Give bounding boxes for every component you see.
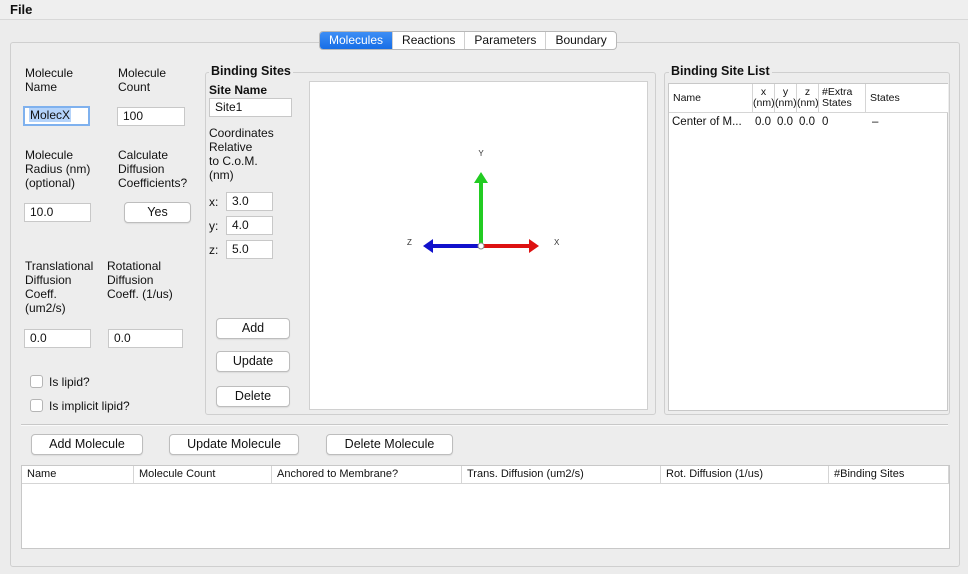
x-axis-label: X	[554, 238, 560, 247]
rotational-diffusion-input[interactable]: 0.0	[108, 329, 183, 348]
molecule-count-label: Molecule Count	[118, 66, 167, 94]
z-axis-label: Z	[407, 238, 412, 247]
molecule-radius-label: Molecule Radius (nm) (optional)	[25, 148, 91, 190]
translational-diffusion-label: Translational Diffusion Coeff. (um2/s)	[25, 259, 94, 315]
row-x: 0.0	[755, 116, 771, 128]
molecule-table: Name Molecule Count Anchored to Membrane…	[21, 465, 950, 549]
update-molecule-button[interactable]: Update Molecule	[169, 434, 299, 455]
translational-diffusion-input[interactable]: 0.0	[24, 329, 91, 348]
add-molecule-button[interactable]: Add Molecule	[31, 434, 143, 455]
row-name: Center of M...	[672, 116, 742, 128]
coordinates-label: Coordinates Relative to C.o.M. (nm)	[209, 126, 274, 182]
add-site-button[interactable]: Add	[216, 318, 290, 339]
y-coord-label: y:	[209, 219, 219, 233]
col-name[interactable]: Name	[669, 84, 753, 113]
calculate-diffusion-label: Calculate Diffusion Coefficients?	[118, 148, 188, 190]
z-axis-arrow	[423, 239, 433, 253]
binding-sites-title: Binding Sites	[209, 64, 293, 78]
row-states: –	[872, 116, 879, 128]
col-y[interactable]: y (nm)	[775, 84, 797, 113]
divider	[21, 424, 948, 426]
col-x[interactable]: x (nm)	[753, 84, 775, 113]
col-anchored[interactable]: Anchored to Membrane?	[272, 466, 462, 484]
z-coord-input[interactable]: 5.0	[226, 240, 273, 259]
molecule-count-input[interactable]: 100	[117, 107, 185, 126]
col-trans-diffusion[interactable]: Trans. Diffusion (um2/s)	[462, 466, 661, 484]
origin-point	[477, 242, 485, 250]
row-z: 0.0	[799, 116, 815, 128]
tab-boundary[interactable]: Boundary	[546, 32, 615, 49]
update-site-button[interactable]: Update	[216, 351, 290, 372]
y-coord-input[interactable]: 4.0	[226, 216, 273, 235]
y-axis-label: Y	[478, 149, 484, 158]
delete-molecule-button[interactable]: Delete Molecule	[326, 434, 453, 455]
x-coord-input[interactable]: 3.0	[226, 192, 273, 211]
x-coord-label: x:	[209, 195, 219, 209]
menu-file[interactable]: File	[10, 2, 32, 17]
tab-molecules[interactable]: Molecules	[320, 32, 394, 49]
col-binding-sites[interactable]: #Binding Sites	[829, 466, 949, 484]
col-rot-diffusion[interactable]: Rot. Diffusion (1/us)	[661, 466, 829, 484]
row-y: 0.0	[777, 116, 793, 128]
is-lipid-label: Is lipid?	[49, 375, 90, 389]
z-coord-label: z:	[209, 243, 219, 257]
molecule-3d-viewport[interactable]: Y X Z	[309, 81, 648, 410]
rotational-diffusion-label: Rotational Diffusion Coeff. (1/us)	[107, 259, 173, 301]
molecule-radius-input[interactable]: 10.0	[24, 203, 91, 222]
col-extra-states[interactable]: #Extra States	[819, 84, 866, 113]
is-lipid-checkbox[interactable]	[30, 375, 43, 388]
binding-site-table: Name x (nm) y (nm) z (nm) #Extra States …	[668, 83, 948, 411]
table-row[interactable]: Center of M... 0.0 0.0 0.0 0 –	[669, 114, 948, 130]
col-z[interactable]: z (nm)	[797, 84, 819, 113]
site-name-input[interactable]: Site1	[209, 98, 292, 117]
menu-bar: File	[0, 0, 968, 20]
site-name-label: Site Name	[209, 83, 268, 97]
col-molecule-count[interactable]: Molecule Count	[134, 466, 272, 484]
calculate-diffusion-button[interactable]: Yes	[124, 202, 191, 223]
molecule-name-label: Molecule Name	[25, 66, 74, 94]
tab-bar: Molecules Reactions Parameters Boundary	[319, 31, 617, 50]
is-implicit-lipid-checkbox[interactable]	[30, 399, 43, 412]
col-molecule-name[interactable]: Name	[22, 466, 134, 484]
row-extra-states: 0	[822, 116, 829, 128]
is-implicit-lipid-label: Is implicit lipid?	[49, 399, 130, 413]
y-axis-arrow	[474, 172, 488, 183]
delete-site-button[interactable]: Delete	[216, 386, 290, 407]
x-axis-arrow	[529, 239, 539, 253]
molecule-name-input[interactable]: MolecX	[23, 106, 90, 126]
tab-reactions[interactable]: Reactions	[393, 32, 466, 49]
binding-site-list-title: Binding Site List	[669, 64, 772, 78]
axes-diagram: Y X Z	[407, 149, 560, 253]
tab-parameters[interactable]: Parameters	[465, 32, 547, 49]
col-states[interactable]: States	[866, 84, 948, 113]
